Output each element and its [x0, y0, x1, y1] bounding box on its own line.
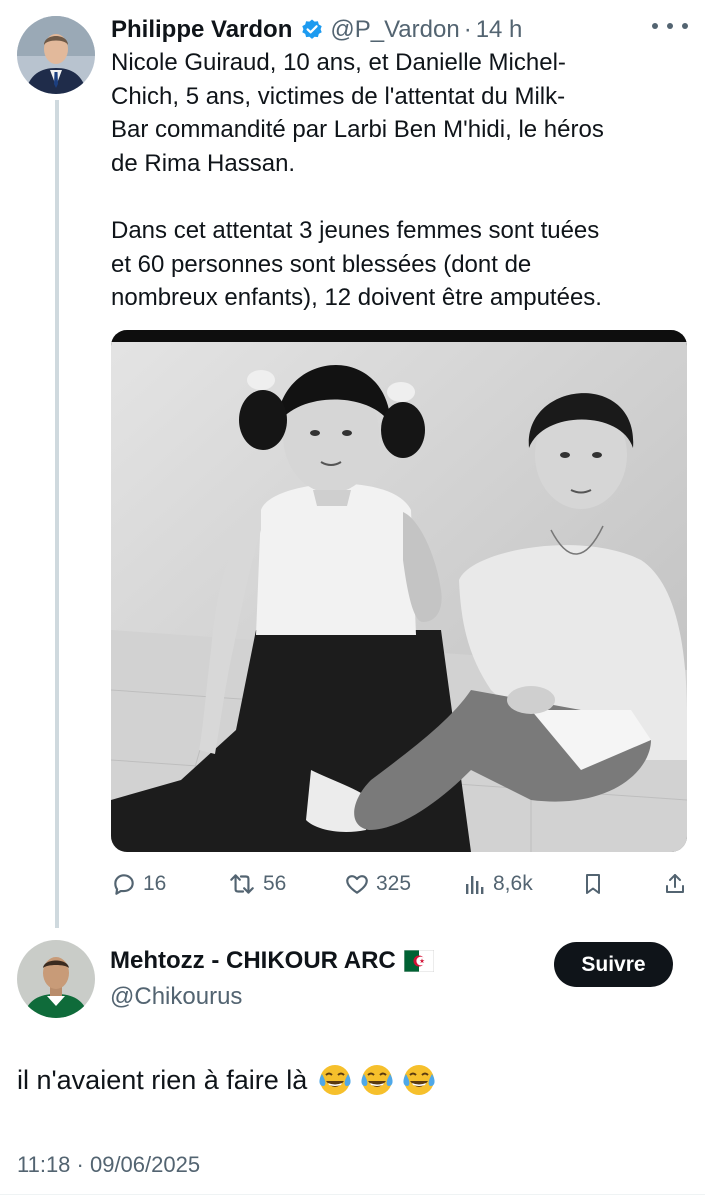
share-icon: [666, 874, 684, 893]
header-separator: ·: [463, 16, 472, 43]
repost-button[interactable]: 56: [227, 864, 286, 904]
tweet-header: Philippe Vardon @P_Vardon · 14 h: [111, 13, 522, 47]
reply-text-line: il n'avaient rien à faire là: [17, 1062, 437, 1098]
emoji-group: [317, 1062, 437, 1098]
views-chart-icon: [466, 876, 484, 894]
reply-text: il n'avaient rien à faire là: [17, 1064, 308, 1095]
reply-button[interactable]: 16: [111, 864, 166, 904]
face-with-tears-of-joy-icon: [319, 1065, 351, 1095]
author-display-name[interactable]: Philippe Vardon: [111, 16, 292, 44]
reply-author-avatar[interactable]: [17, 940, 95, 1018]
reply-handle[interactable]: @Chikourus: [110, 983, 434, 1011]
bookmark-icon: [586, 874, 600, 894]
reply-author-block: Mehtozz - CHIKOUR ARC @Chikourus: [110, 947, 434, 1011]
like-button[interactable]: 325: [344, 864, 411, 904]
tweet-photo[interactable]: [111, 330, 687, 852]
tweet-action-bar: 16 56 325 8,6k: [111, 864, 691, 904]
views-button[interactable]: 8,6k: [465, 864, 533, 904]
like-count: 325: [376, 872, 412, 895]
heart-icon: [346, 875, 368, 894]
author-handle[interactable]: @P_Vardon: [330, 16, 459, 44]
bookmark-button[interactable]: [581, 864, 611, 904]
face-with-tears-of-joy-icon: [403, 1065, 435, 1095]
reply-icon: [114, 874, 134, 895]
follow-button[interactable]: Suivre: [554, 942, 673, 987]
more-options-icon[interactable]: [652, 16, 688, 36]
face-with-tears-of-joy-icon: [361, 1065, 393, 1095]
view-count: 8,6k: [493, 872, 533, 895]
repost-count: 56: [263, 872, 287, 895]
repost-icon: [230, 874, 254, 894]
thread-connector-line: [55, 100, 59, 928]
reply-timestamp[interactable]: 11:18 · 09/06/2025: [17, 1152, 200, 1178]
divider: [0, 1194, 705, 1195]
reply-count: 16: [143, 872, 167, 895]
share-button[interactable]: [663, 864, 693, 904]
algeria-flag-icon: [403, 950, 434, 972]
tweet-text: Nicole Guiraud, 10 ans, et Danielle Mich…: [111, 49, 604, 312]
reply-display-name[interactable]: Mehtozz - CHIKOUR ARC: [110, 947, 396, 975]
tweet-relative-time[interactable]: 14 h: [476, 16, 523, 44]
verified-badge-icon: [300, 18, 324, 42]
author-avatar[interactable]: [17, 16, 95, 94]
